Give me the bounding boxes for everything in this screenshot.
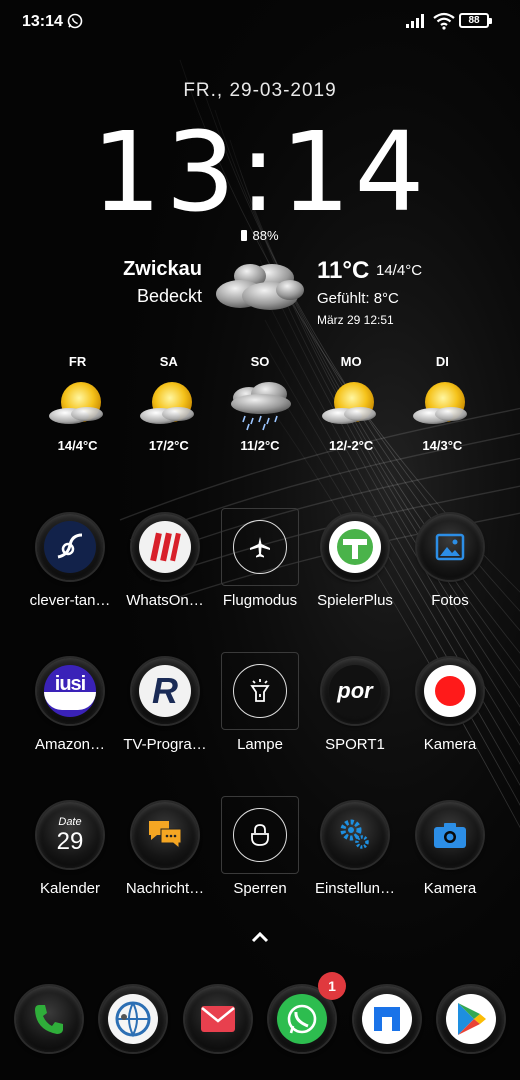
app-messages[interactable]: Nachricht… [117,802,213,897]
dock-browser-icon[interactable] [100,986,166,1052]
signal-icon [406,14,424,28]
flashlight-icon[interactable] [221,652,299,730]
whatsapp-notification-icon [67,13,83,29]
weather-city[interactable]: Zwickau [60,258,202,281]
dock-phone-icon[interactable] [16,986,82,1052]
forecast-day-temp: 12/-2°C [329,438,374,453]
app-label: Flugmodus [222,592,298,609]
app-tv-program[interactable]: R TV-Progra… [117,658,213,753]
app-label: SPORT1 [325,736,385,753]
app-label: clever-tan… [29,592,111,609]
app-photos[interactable]: Fotos [402,514,498,609]
lock-icon[interactable] [221,796,299,874]
battery-icon [241,230,248,241]
dock-play-store-icon[interactable] [438,986,504,1052]
forecast-day-name: SA [159,354,178,369]
lock-clock[interactable]: 13:14 [0,108,520,236]
app-label: Kalender [39,880,101,897]
app-lock[interactable]: Sperren [212,796,308,897]
spielerplus-icon[interactable] [322,514,388,580]
app-icon-number: 29 [56,828,84,855]
photos-icon[interactable] [417,514,483,580]
overcast-cloud-icon[interactable] [210,256,306,316]
app-label: Sperren [233,880,287,897]
clock-battery: 88% [0,228,520,243]
forecast-day: FR 14/4°C [32,354,123,453]
battery-indicator: 88 [459,13,492,28]
amazon-music-icon[interactable]: iusi [37,658,103,724]
app-settings[interactable]: Einstellun… [307,802,403,897]
app-airplane[interactable]: Flugmodus [212,508,308,609]
record-icon[interactable] [417,658,483,724]
app-label: Lampe [237,736,283,753]
weather-updated: März 29 12:51 [317,313,394,327]
forecast-day: SA 17/2°C [123,354,214,453]
forecast-day-name: SO [250,354,270,369]
forecast-day: DI 14/3°C [397,354,488,453]
whatson-icon[interactable] [132,514,198,580]
chevron-up-icon[interactable] [250,930,270,944]
calendar-icon[interactable]: Date 29 [37,802,103,868]
app-label: SpielerPlus [317,592,393,609]
app-label: Nachricht… [125,880,205,897]
app-amazon-music[interactable]: iusi Amazon… [22,658,118,753]
clock-battery-text: 88% [252,228,279,243]
weather-condition: Bedeckt [136,286,202,306]
forecast-day: SO 11/2°C [214,354,305,453]
settings-icon[interactable] [322,802,388,868]
status-time: 13:14 [22,13,63,30]
app-label: WhatsOn… [126,592,204,609]
app-label: Kamera [423,736,477,753]
app-label: TV-Progra… [123,736,207,753]
forecast-day-temp: 11/2°C [240,438,280,453]
weather-forecast: FR 14/4°C SA 17/2°C SO 11/2°C MO 12/-2°C DI … [32,354,488,453]
forecast-day-temp: 17/2°C [148,438,189,453]
clever-tanken-icon[interactable] [37,514,103,580]
forecast-day: MO 12/-2°C [306,354,397,453]
app-label: Einstellun… [314,880,396,897]
sport1-icon[interactable]: por [322,658,388,724]
app-label: Fotos [431,592,469,609]
forecast-day-name: DI [435,354,449,369]
app-record[interactable]: Kamera [402,658,498,753]
dock-mail-icon[interactable] [185,986,251,1052]
forecast-day-temp: 14/4°C [57,438,98,453]
dock-files-icon[interactable] [354,986,420,1052]
lock-date[interactable]: FR., 29-03-2019 [0,80,520,102]
weather-feels-like: Gefühlt: 8°C [317,290,399,307]
sun-cloud-icon [316,376,386,432]
app-whatson[interactable]: WhatsOn… [117,514,213,609]
app-label: Kamera [423,880,477,897]
airplane-icon[interactable] [221,508,299,586]
app-spielerplus[interactable]: SpielerPlus [307,514,403,609]
app-icon-text: R [152,670,178,711]
app-clever-tanken[interactable]: clever-tan… [22,514,118,609]
camera-icon[interactable] [417,802,483,868]
forecast-day-name: FR [68,354,87,369]
sun-cloud-icon [407,376,477,432]
weather-temperature: 11°C [317,257,370,284]
app-icon-text: por [337,678,373,703]
app-calendar[interactable]: Date 29 Kalender [22,802,118,897]
app-icon-text: Date [58,816,82,828]
app-flashlight[interactable]: Lampe [212,652,308,753]
tv-program-icon[interactable]: R [132,658,198,724]
messages-icon[interactable] [132,802,198,868]
forecast-day-name: MO [340,354,362,369]
battery-level: 88 [468,15,480,26]
sun-cloud-icon [43,376,113,432]
forecast-day-temp: 14/3°C [422,438,463,453]
notification-badge: 1 [318,972,346,1000]
weather-range: 14/4°C [376,262,423,279]
rain-cloud-icon [225,376,295,432]
wifi-icon [433,12,455,30]
sun-cloud-icon [134,376,204,432]
app-camera[interactable]: Kamera [402,802,498,897]
app-sport1[interactable]: por SPORT1 [307,658,403,753]
app-label: Amazon… [34,736,106,753]
